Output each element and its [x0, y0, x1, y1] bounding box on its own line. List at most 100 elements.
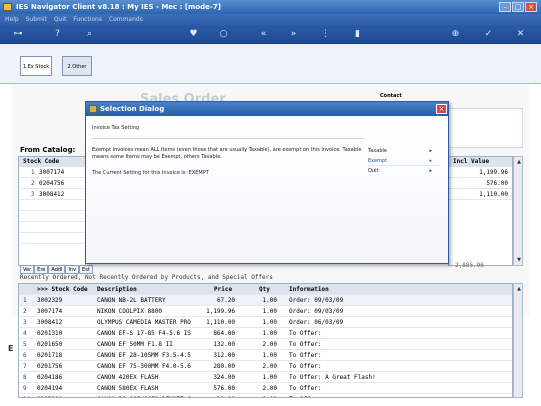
tab-ex-stock[interactable]: 1.Ex Stock — [20, 56, 52, 76]
dialog-icon — [89, 105, 97, 113]
cell-n: 1 — [23, 297, 27, 304]
table-row[interactable] — [19, 200, 85, 211]
cell-desc: CANON EF 28-105MM F3.5-4.5 — [97, 352, 191, 359]
cell-desc: CANON 580EX FLASH — [97, 385, 159, 392]
cell-info: To Offer: — [289, 394, 322, 397]
cell-qty: 2.00 — [262, 341, 277, 348]
cell-code: 3008412 — [37, 319, 63, 326]
catalog-grid: Stock Code 1 3007174 2 0204756 3 3008412 — [18, 156, 86, 266]
menu-commands[interactable]: Commands — [109, 16, 143, 23]
table-row[interactable]: 3 3008412 OLYMPUS CAMEDIA MASTER PRO 1,110.… — [19, 317, 512, 328]
cell-desc: CANON EF-S 17-85 F4-5.6 IS — [97, 330, 191, 337]
cell-price: 324.00 — [213, 374, 235, 381]
favourite-icon[interactable]: ♥ — [188, 29, 199, 40]
lower-tab-inv[interactable]: Inv — [65, 265, 80, 274]
dialog-current-setting: The Current Setting for this Invoice is:… — [92, 170, 209, 176]
record-icon[interactable]: ○ — [218, 29, 229, 40]
cell-code: 0204186 — [37, 374, 63, 381]
last-icon[interactable]: » — [288, 29, 299, 40]
table-row[interactable]: 576.00 — [449, 178, 512, 189]
minimize-button[interactable]: – — [499, 2, 511, 12]
lower-tab-est[interactable]: Est — [79, 265, 93, 274]
cell-code: 0205290 — [37, 394, 62, 397]
table-row[interactable]: 9 0204194 CANON 580EX FLASH 576.00 2.00 To Of… — [19, 383, 512, 394]
scroll-up-icon[interactable]: ▲ — [515, 158, 523, 166]
table-row[interactable]: 6 0201718 CANON EF 28-105MM F3.5-4.5 312.00… — [19, 350, 512, 361]
table-row[interactable]: 8 0204186 CANON 420EX FLASH 324.00 1.00 To Of… — [19, 372, 512, 383]
option-exempt[interactable]: Exempt ▸ — [368, 157, 440, 166]
cell-desc: CANON 420EX FLASH — [97, 374, 159, 381]
menu-quit[interactable]: Quit — [54, 16, 67, 23]
divider — [92, 138, 364, 139]
column-header-stock-code: Stock Code — [19, 157, 85, 167]
cell-price: 576.00 — [213, 385, 235, 392]
table-row[interactable] — [19, 233, 85, 244]
search-icon[interactable]: ⌕ — [84, 29, 95, 40]
recent-scrollbar[interactable]: ▲ — [513, 283, 523, 398]
catalog-scrollbar[interactable]: ▲ ▼ — [513, 156, 523, 266]
cancel-icon[interactable]: ✕ — [515, 29, 526, 40]
scroll-down-icon[interactable]: ▼ — [515, 256, 523, 264]
cell-price: 280.00 — [213, 363, 235, 370]
table-row[interactable] — [19, 211, 85, 222]
table-row[interactable]: 2 3007174 NIKON COOLPIX 8800 1,199.96 1.00 Or… — [19, 306, 512, 317]
table-row[interactable]: 3 3008412 — [19, 189, 85, 200]
recent-section-label: Recently Ordered, Not Recently Ordered b… — [20, 274, 273, 281]
table-row[interactable]: 4 0201310 CANON EF-S 17-85 F4-5.6 IS 864.00… — [19, 328, 512, 339]
delete-icon[interactable]: ▮ — [352, 29, 363, 40]
chevron-right-icon: ▸ — [429, 148, 432, 154]
option-quit[interactable]: Quit ▸ — [368, 167, 440, 176]
menu-help[interactable]: Help — [5, 16, 19, 23]
dialog-heading: Invoice Tax Setting — [92, 125, 140, 131]
window-title: IES Navigator Client v8.18 : My IES - Me… — [16, 3, 221, 11]
dialog-close-button[interactable]: × — [436, 104, 447, 114]
first-icon[interactable]: « — [258, 29, 269, 40]
from-catalog-label: From Catalog: — [20, 146, 76, 154]
cell-desc: OLYMPUS CAMEDIA MASTER PRO — [97, 319, 191, 326]
cell-qty: 1.00 — [262, 330, 277, 337]
table-row[interactable]: 1 3007174 — [19, 167, 85, 178]
selection-dialog: Selection Dialog × Invoice Tax Setting E… — [85, 101, 449, 264]
cell-code: 3002329 — [37, 297, 63, 304]
key-icon[interactable]: ⊶ — [8, 29, 28, 40]
table-row[interactable]: 1,199.96 — [449, 167, 512, 178]
option-taxable[interactable]: Taxable ▸ — [368, 147, 440, 156]
cell-info: Order: 09/03/09 — [289, 297, 344, 304]
cell-price: 1,199.96 — [206, 308, 235, 315]
edit-icon[interactable]: E — [8, 344, 16, 353]
table-row[interactable]: 1,110.00 — [449, 189, 512, 200]
scroll-up-icon[interactable]: ▲ — [515, 285, 523, 293]
menu-functions[interactable]: Functions — [73, 16, 102, 23]
menu-submit[interactable]: Submit — [26, 16, 47, 23]
table-row[interactable]: 1 3002329 CANON NB-2L BATTERY 67.20 1.00 Orde… — [19, 295, 512, 306]
table-row[interactable]: 5 0201650 CANON EF 50MM F1.8 II 132.00 2.00 T… — [19, 339, 512, 350]
cell-qty: 2.00 — [262, 363, 277, 370]
cell-desc: CANON EF 75-300MM F4.0-5.6 — [97, 363, 191, 370]
cell-code: 0201756 — [37, 363, 63, 370]
lower-tab-ver[interactable]: Ver — [20, 265, 35, 274]
cell-info: To Offer: A Great Flash! — [289, 374, 376, 381]
cell-price: 864.00 — [213, 330, 235, 337]
table-row[interactable]: 7 0201756 CANON EF 75-300MM F4.0-5.6 280.00… — [19, 361, 512, 372]
cell-price: 1,110.00 — [206, 319, 235, 326]
cell-price: 132.00 — [213, 341, 235, 348]
help-icon[interactable]: ? — [52, 29, 63, 40]
cell-qty: 1.00 — [263, 394, 277, 397]
cell-info: To Offer: — [289, 363, 322, 370]
contact-label: Contact — [380, 93, 402, 99]
cell-n: 5 — [23, 341, 27, 348]
add-icon[interactable]: ⊕ — [450, 29, 461, 40]
cell-info: To Offer: — [289, 352, 322, 359]
tab-other[interactable]: 2.Other — [62, 56, 92, 76]
menu-list-icon[interactable]: ⋮ — [320, 29, 331, 40]
app-icon — [3, 3, 12, 11]
lower-tab-ere[interactable]: Ere — [34, 265, 49, 274]
confirm-icon[interactable]: ✓ — [483, 29, 494, 40]
table-row[interactable] — [19, 222, 85, 233]
lower-tab-addl[interactable]: Addl — [48, 265, 66, 274]
maximize-button[interactable]: □ — [512, 2, 524, 12]
table-row[interactable]: 10 0205290 CANON RS-60E/60E3 REMOTE C 30.00… — [19, 394, 512, 397]
cell-n: 6 — [23, 352, 27, 359]
close-button[interactable]: × — [525, 2, 537, 12]
table-row[interactable]: 2 0204756 — [19, 178, 85, 189]
